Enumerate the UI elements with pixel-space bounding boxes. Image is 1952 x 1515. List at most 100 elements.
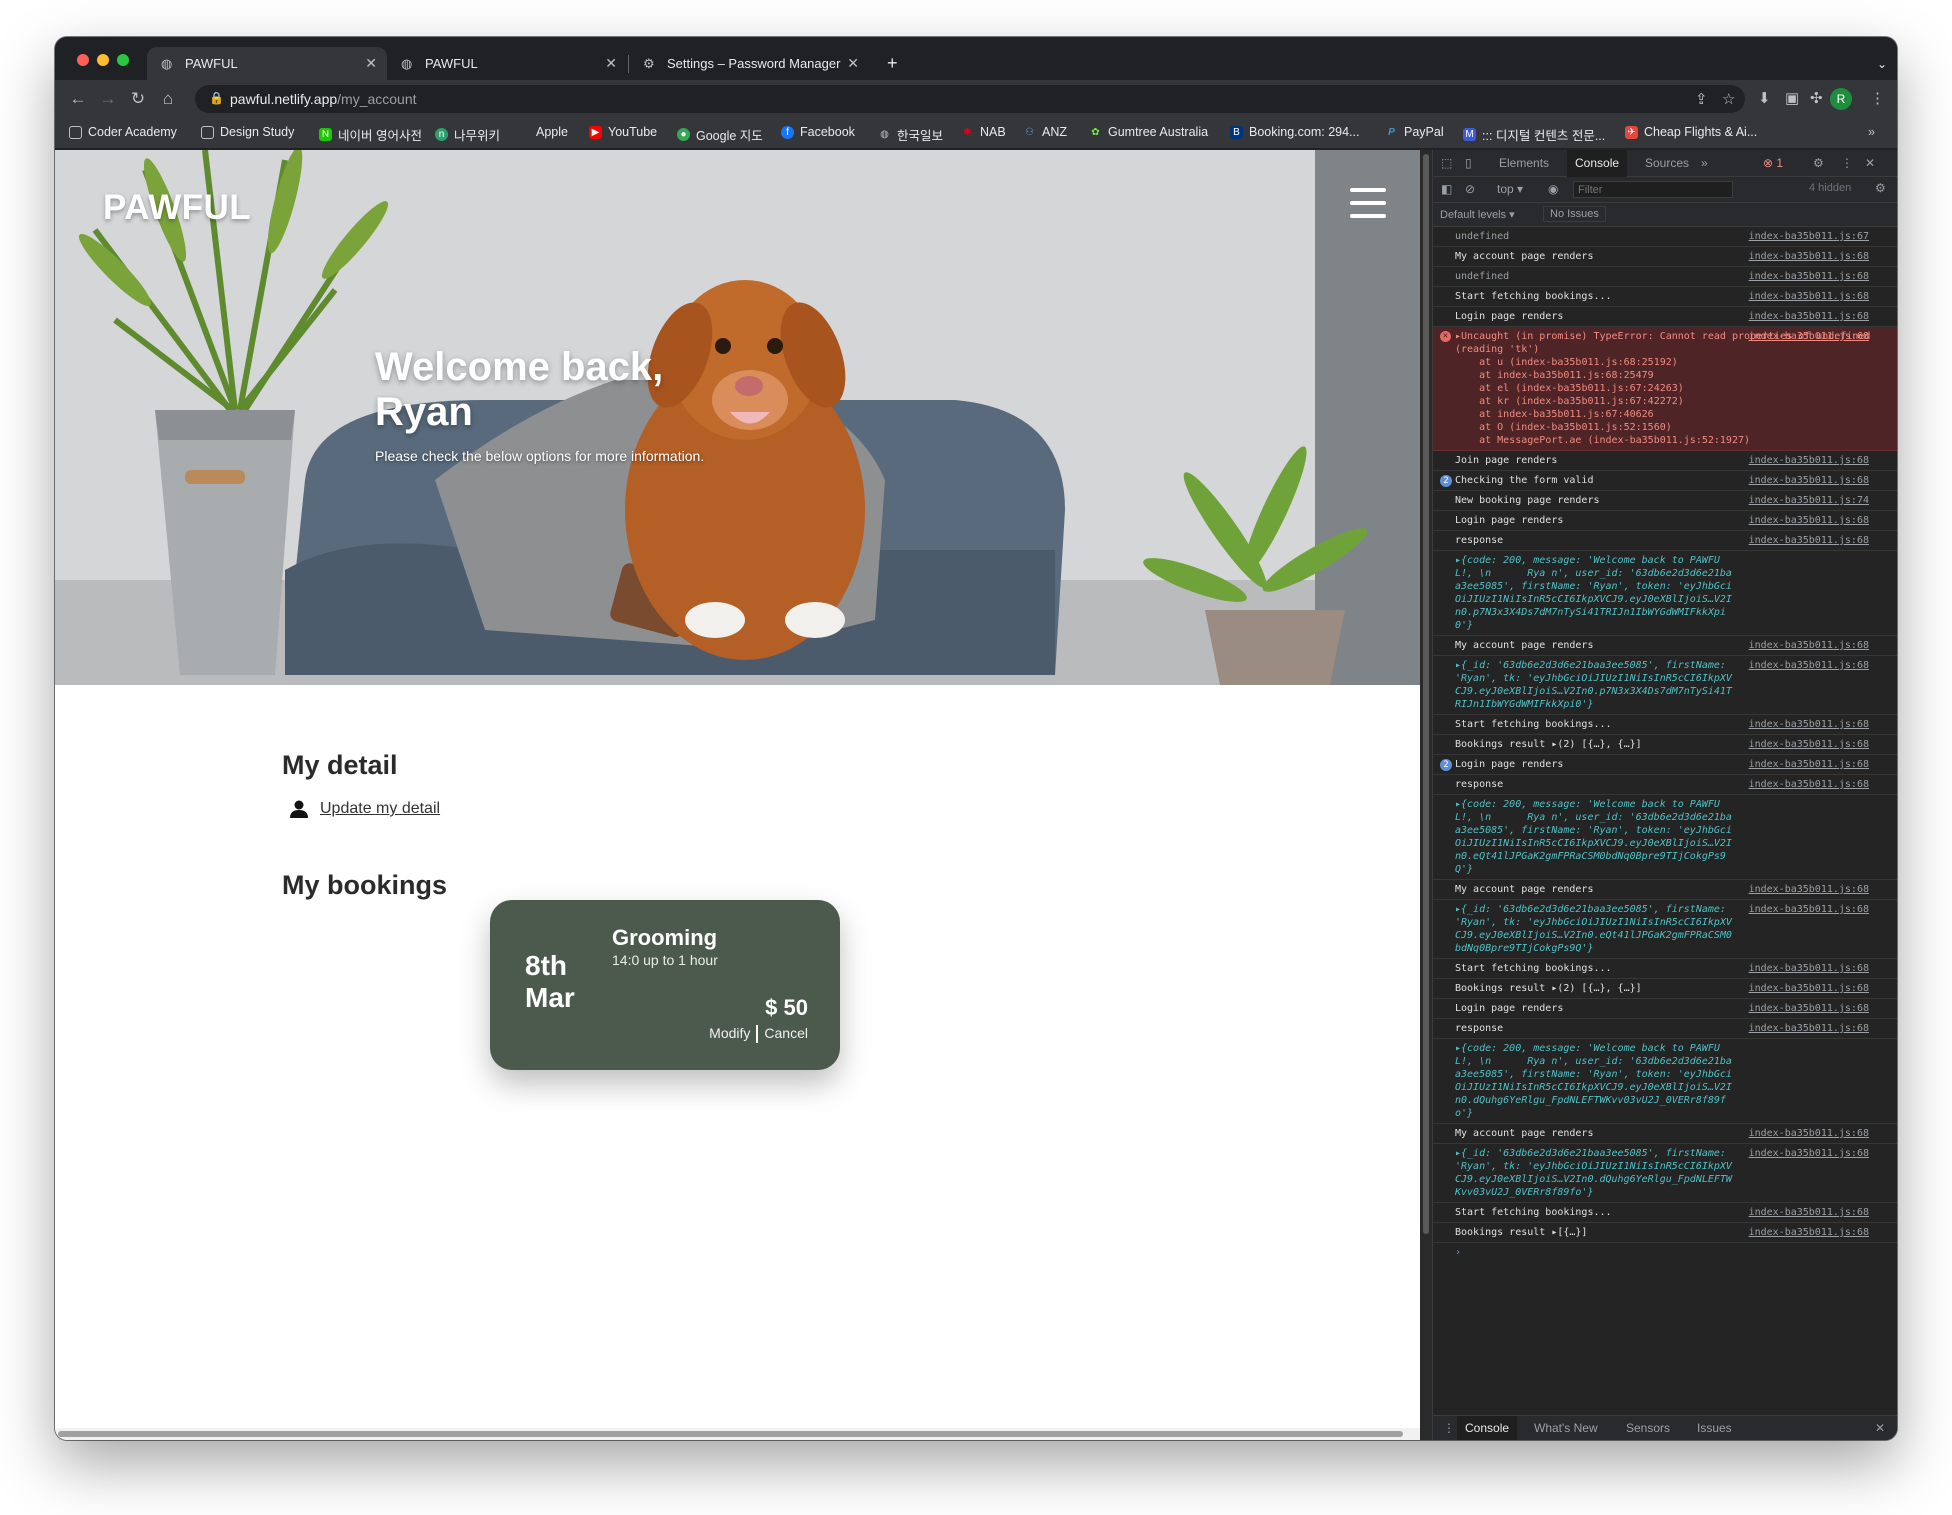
console-row[interactable]: Bookings result ▸(2) [{…}, {…}] index-ba3…: [1433, 979, 1897, 999]
console-row[interactable]: My account page renders index-ba35b011.js…: [1433, 880, 1897, 900]
back-button[interactable]: ←: [67, 89, 89, 109]
drawer-menu-icon[interactable]: ⋮: [1443, 1421, 1455, 1435]
source-link[interactable]: index-ba35b011.js:68: [1749, 1022, 1869, 1035]
console-row[interactable]: Bookings result ▸[{…}] index-ba35b011.js:…: [1433, 1223, 1897, 1243]
source-link[interactable]: index-ba35b011.js:67: [1749, 230, 1869, 243]
bookmark-design-study[interactable]: Design Study: [201, 125, 294, 139]
vertical-scrollbar[interactable]: [1420, 150, 1432, 1440]
console-row[interactable]: ▸{code: 200, message: 'Welcome back to P…: [1433, 551, 1897, 636]
update-detail-link[interactable]: Update my detail: [290, 800, 440, 818]
console-row[interactable]: Start fetching bookings... index-ba35b011…: [1433, 715, 1897, 735]
close-tab-icon[interactable]: ✕: [365, 55, 377, 72]
source-link[interactable]: index-ba35b011.js:68: [1749, 290, 1869, 303]
bookmark-google-maps[interactable]: ● Google 지도: [677, 125, 763, 144]
drawer-tab-sensors[interactable]: Sensors: [1626, 1421, 1670, 1435]
console-row[interactable]: 2 Checking the form valid index-ba35b011.j…: [1433, 471, 1897, 491]
close-tab-icon[interactable]: ✕: [847, 55, 859, 72]
tab-elements[interactable]: Elements: [1499, 156, 1549, 170]
live-expression-eye-icon[interactable]: ◉: [1548, 182, 1558, 196]
console-row[interactable]: Login page renders index-ba35b011.js:68: [1433, 511, 1897, 531]
console-row[interactable]: My account page renders index-ba35b011.js…: [1433, 1124, 1897, 1144]
console-row[interactable]: New booking page renders index-ba35b011.j…: [1433, 491, 1897, 511]
drawer-tab-console[interactable]: Console: [1457, 1416, 1518, 1440]
download-icon[interactable]: ⬇: [1758, 89, 1771, 107]
bookmark-namuwiki[interactable]: n 나무위키: [435, 125, 500, 144]
bookmark-gumtree[interactable]: ✿ Gumtree Australia: [1089, 125, 1208, 139]
source-link[interactable]: index-ba35b011.js:68: [1749, 1226, 1869, 1239]
console-row[interactable]: Bookings result ▸(2) [{…}, {…}] index-ba3…: [1433, 735, 1897, 755]
console-row[interactable]: undefined index-ba35b011.js:68: [1433, 267, 1897, 287]
source-link[interactable]: index-ba35b011.js:68: [1749, 738, 1869, 751]
source-link[interactable]: index-ba35b011.js:68: [1749, 639, 1869, 652]
console-prompt[interactable]: ›: [1433, 1243, 1897, 1262]
inspect-element-icon[interactable]: ⬚: [1441, 156, 1452, 170]
log-levels-dropdown[interactable]: Default levels ▾: [1440, 208, 1515, 221]
bookmark-nab[interactable]: ✱ NAB: [961, 125, 1005, 139]
zoom-window-button[interactable]: [117, 54, 129, 66]
profile-avatar[interactable]: R: [1830, 88, 1852, 110]
devtools-menu-icon[interactable]: ⋮: [1841, 156, 1853, 170]
forward-button[interactable]: →: [97, 89, 119, 109]
more-tabs-icon[interactable]: »: [1701, 156, 1708, 170]
source-link[interactable]: index-ba35b011.js:68: [1749, 454, 1869, 467]
source-link[interactable]: index-ba35b011.js:68: [1749, 778, 1869, 791]
console-row[interactable]: response index-ba35b011.js:68: [1433, 1019, 1897, 1039]
hamburger-menu-icon[interactable]: [1350, 188, 1386, 220]
bookmark-anz[interactable]: ⚇ ANZ: [1023, 125, 1067, 139]
new-tab-button[interactable]: +: [873, 47, 912, 80]
sidebar-toggle-icon[interactable]: ◧: [1441, 182, 1452, 196]
scrollbar-thumb[interactable]: [58, 1431, 1403, 1437]
source-link[interactable]: index-ba35b011.js:68: [1749, 1002, 1869, 1015]
console-row[interactable]: response index-ba35b011.js:68: [1433, 531, 1897, 551]
modify-booking-link[interactable]: Modify: [709, 1025, 750, 1041]
bookmark-booking[interactable]: B Booking.com: 294...: [1230, 125, 1359, 139]
close-window-button[interactable]: [77, 54, 89, 66]
console-row[interactable]: Start fetching bookings... index-ba35b011…: [1433, 959, 1897, 979]
source-link[interactable]: index-ba35b011.js:68: [1749, 1127, 1869, 1140]
clear-console-icon[interactable]: ⊘: [1465, 182, 1475, 196]
console-row[interactable]: ▸{_id: '63db6e2d3d6e21baa3ee5085', first…: [1433, 1144, 1897, 1203]
source-link[interactable]: index-ba35b011.js:68: [1749, 1147, 1869, 1160]
bookmark-facebook[interactable]: f Facebook: [781, 125, 855, 139]
tab-console[interactable]: Console: [1567, 150, 1628, 177]
close-devtools-icon[interactable]: ✕: [1865, 156, 1875, 170]
source-link[interactable]: index-ba35b011.js:68: [1749, 883, 1869, 896]
bookmark-cheap-flights[interactable]: ✈ Cheap Flights & Ai...: [1625, 125, 1757, 139]
source-link[interactable]: index-ba35b011.js:68: [1749, 270, 1869, 283]
bookmark-paypal[interactable]: P PayPal: [1385, 125, 1443, 139]
minimize-window-button[interactable]: [97, 54, 109, 66]
bookmark-naver-dictionary[interactable]: N 네이버 영어사전: [319, 125, 422, 144]
source-link[interactable]: index-ba35b011.js:68: [1749, 250, 1869, 263]
share-icon[interactable]: ⇪: [1695, 90, 1708, 108]
reload-button[interactable]: ↻: [127, 89, 149, 109]
console-row[interactable]: Login page renders index-ba35b011.js:68: [1433, 999, 1897, 1019]
source-link[interactable]: index-ba35b011.js:68: [1749, 474, 1869, 487]
device-toolbar-icon[interactable]: ▯: [1465, 156, 1472, 170]
console-row[interactable]: ▸{_id: '63db6e2d3d6e21baa3ee5085', first…: [1433, 656, 1897, 715]
address-bar[interactable]: 🔒 pawful.netlify.app/my_account ⇪ ☆: [195, 85, 1745, 113]
source-link[interactable]: index-ba35b011.js:68: [1749, 330, 1869, 343]
issues-button[interactable]: No Issues: [1543, 206, 1606, 222]
console-row[interactable]: undefined index-ba35b011.js:67: [1433, 227, 1897, 247]
context-selector[interactable]: top ▾: [1497, 182, 1523, 196]
source-link[interactable]: index-ba35b011.js:74: [1749, 494, 1869, 507]
bookmark-youtube[interactable]: ▶ YouTube: [589, 125, 657, 139]
console-settings-icon[interactable]: ⚙: [1875, 181, 1886, 195]
console-row[interactable]: Join page renders index-ba35b011.js:68: [1433, 451, 1897, 471]
bookmark-star-icon[interactable]: ☆: [1722, 90, 1735, 108]
tab-search-button[interactable]: ⌄: [1863, 47, 1897, 80]
console-row[interactable]: response index-ba35b011.js:68: [1433, 775, 1897, 795]
source-link[interactable]: index-ba35b011.js:68: [1749, 903, 1869, 916]
bookmark-hankook-ilbo[interactable]: ◍ 한국일보: [878, 125, 943, 144]
console-row[interactable]: My account page renders index-ba35b011.js…: [1433, 247, 1897, 267]
source-link[interactable]: index-ba35b011.js:68: [1749, 718, 1869, 731]
console-row[interactable]: ▸{_id: '63db6e2d3d6e21baa3ee5085', first…: [1433, 900, 1897, 959]
drawer-tab-whats-new[interactable]: What's New: [1534, 1421, 1598, 1435]
bookmarks-overflow-button[interactable]: »: [1868, 125, 1875, 139]
console-row[interactable]: ▸{code: 200, message: 'Welcome back to P…: [1433, 1039, 1897, 1124]
tab-pawful-active[interactable]: ◍ PAWFUL ✕: [147, 47, 387, 80]
console-row[interactable]: Start fetching bookings... index-ba35b011…: [1433, 287, 1897, 307]
bookmark-coder-academy[interactable]: Coder Academy: [69, 125, 177, 139]
source-link[interactable]: index-ba35b011.js:68: [1749, 962, 1869, 975]
bookmark-digital-content[interactable]: M::: 디지털 컨텐츠 전문...: [1463, 125, 1605, 144]
